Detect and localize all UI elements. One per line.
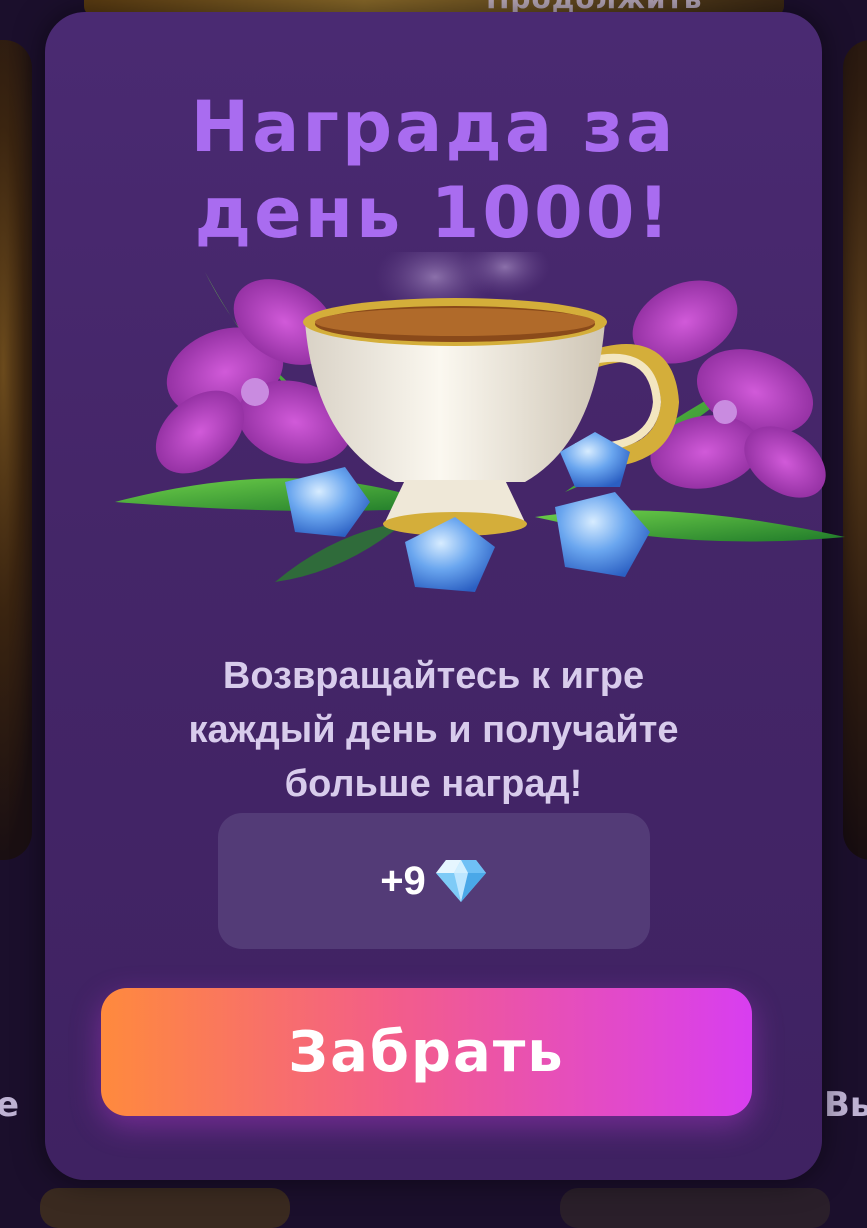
reward-box: +9: [218, 813, 650, 949]
background-left-text: е: [0, 1085, 20, 1125]
background-right-text: Вы: [824, 1085, 867, 1125]
teacup-flowers-gems-icon: [115, 252, 845, 592]
modal-description: Возвращайтесь к игре каждый день и получ…: [45, 649, 822, 811]
modal-title-line-2: день 1000!: [194, 172, 673, 254]
description-line-1: Возвращайтесь к игре: [222, 655, 645, 697]
description-line-3: больше наград!: [284, 763, 583, 805]
description-line-2: каждый день и получайте: [188, 709, 679, 751]
reward-amount: +9: [380, 858, 426, 903]
modal-title: Награда за день 1000!: [45, 84, 822, 256]
diamond-icon: [435, 860, 486, 902]
modal-title-line-1: Награда за: [190, 86, 677, 168]
background-bottom-right: [560, 1188, 830, 1228]
background-bottom-left: [40, 1188, 290, 1228]
background-left-card: [0, 40, 32, 860]
claim-button[interactable]: Забрать: [101, 988, 752, 1116]
